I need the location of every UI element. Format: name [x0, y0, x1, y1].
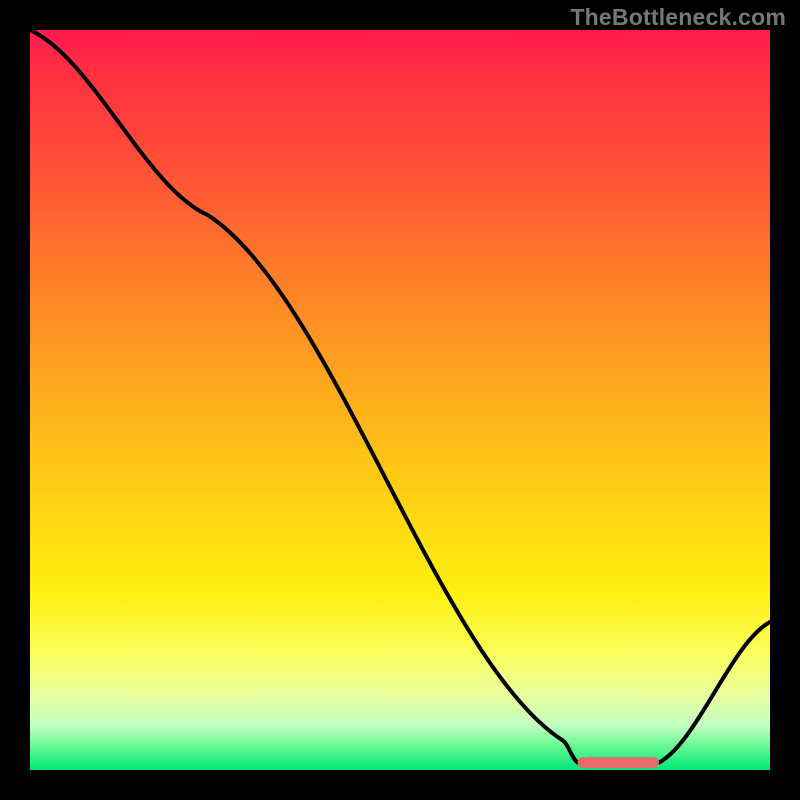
watermark-label: TheBottleneck.com [570, 4, 786, 31]
bottleneck-marker [578, 757, 659, 768]
chart-frame: TheBottleneck.com [0, 0, 800, 800]
chart-curve [30, 30, 770, 763]
chart-overlay-svg [30, 30, 770, 770]
chart-plot [30, 30, 770, 770]
